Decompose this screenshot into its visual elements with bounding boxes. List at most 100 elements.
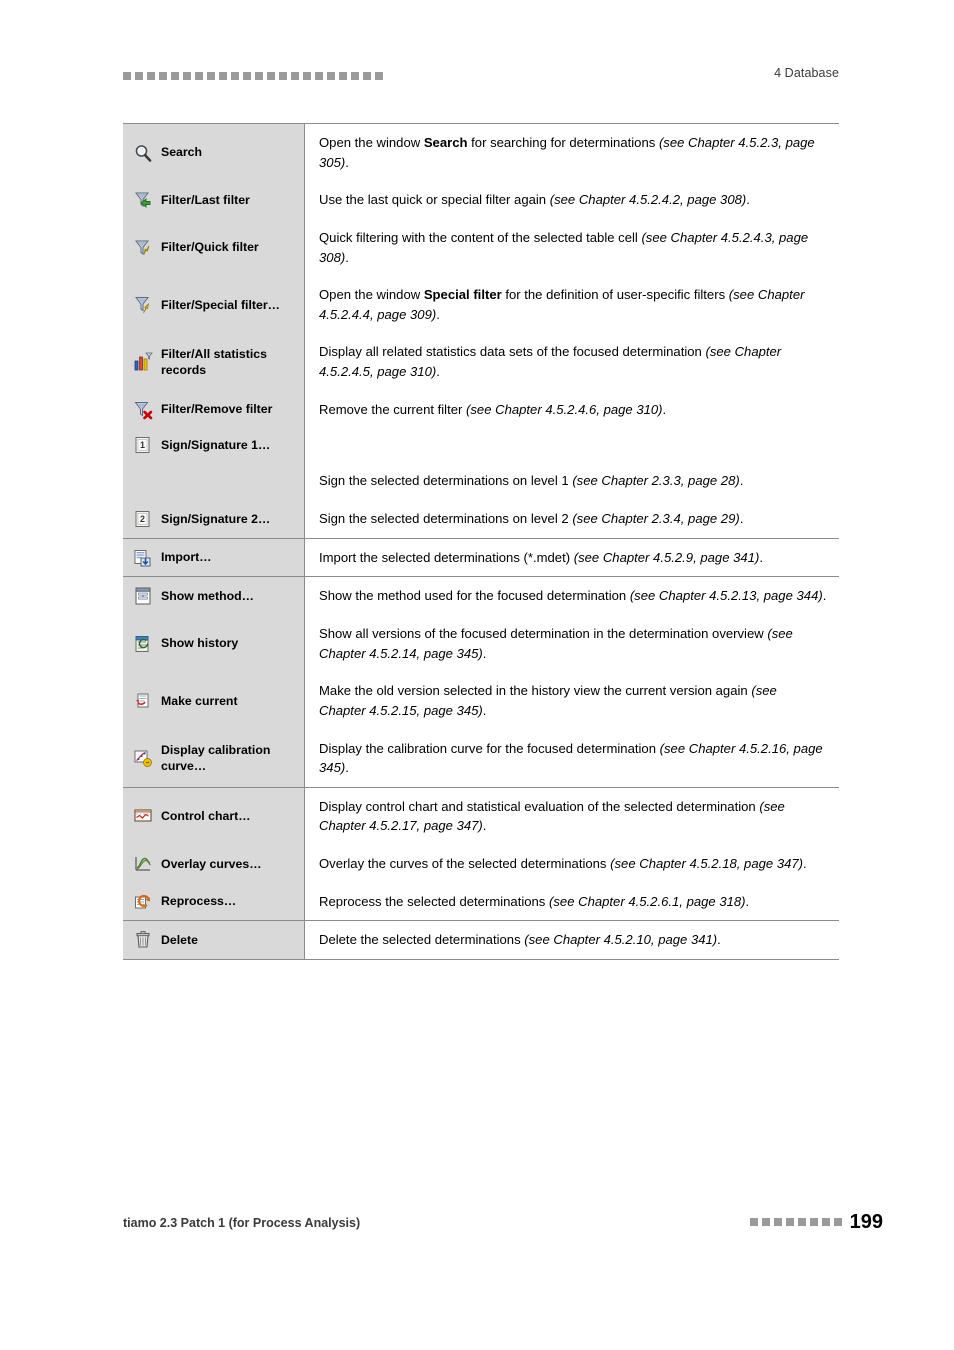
command-cell[interactable]: Display calibration curve… (123, 729, 305, 787)
description-cell: Show all versions of the focused determi… (305, 614, 839, 673)
command-cell[interactable]: Show method… (123, 577, 305, 615)
command-cell[interactable]: Import… (123, 538, 305, 577)
command-label: Control chart… (161, 809, 251, 824)
command-cell[interactable]: Filter/Quick filter (123, 218, 305, 277)
description-cell: Quick filtering with the content of the … (305, 218, 839, 277)
footer-product-name: tiamo 2.3 Patch 1 (for Process Analysis) (123, 1216, 361, 1230)
svg-text:2: 2 (140, 514, 145, 524)
footer-dot-decoration (749, 1218, 842, 1226)
table-row: Show method… Show the method used for the… (123, 577, 839, 615)
command-label: Show method… (161, 588, 254, 603)
description-cell: Delete the selected determinations (see … (305, 921, 839, 960)
description-cell: Reprocess the selected determinations (s… (305, 882, 839, 921)
command-cell[interactable]: Show history (123, 614, 305, 673)
command-label: Display calibration curve… (161, 742, 271, 774)
command-cell[interactable]: Control chart… (123, 787, 305, 846)
table-row: Filter/Last filter Use the last quick or … (123, 181, 839, 219)
description-cell: Sign the selected determinations on leve… (305, 500, 839, 538)
filter-last-filter-icon (133, 190, 153, 210)
page-number: 199 (849, 1211, 883, 1233)
description-cell: Display control chart and statistical ev… (305, 787, 839, 846)
description-cell: Overlay the curves of the selected deter… (305, 845, 839, 883)
display-calibration-curve-icon (133, 748, 153, 768)
command-label: Import… (161, 550, 212, 565)
table-row: 2 Sign/Signature 2… Sign the selected dete… (123, 500, 839, 538)
command-label: Overlay curves… (161, 856, 262, 871)
command-label: Filter/Quick filter (161, 240, 259, 255)
description-text: Sign the selected determinations on leve… (319, 511, 744, 527)
table-row: Make current Make the old version selecte… (123, 672, 839, 730)
table-row-group: Control chart… Display control chart and … (123, 787, 839, 922)
description-cell: Sign the selected determinations on leve… (305, 462, 839, 501)
page-footer: tiamo 2.3 Patch 1 (for Process Analysis)… (123, 1212, 883, 1238)
table-row: Display calibration curve… Display the ca… (123, 729, 839, 787)
description-text: Open the window Search for searching for… (319, 135, 815, 170)
table-row-group: Delete Delete the selected determinations… (123, 921, 839, 960)
description-cell: Remove the current filter (see Chapter 4… (305, 390, 839, 429)
table-row: Delete Delete the selected determinations… (123, 921, 839, 960)
command-cell[interactable]: Make current (123, 672, 305, 730)
table-row-group: Import… Import the selected determination… (123, 538, 839, 578)
command-cell[interactable]: Filter/All statistics records (123, 333, 305, 391)
description-cell: Display the calibration curve for the fo… (305, 729, 839, 787)
control-chart-icon (133, 806, 153, 826)
description-cell: Make the old version selected in the his… (305, 672, 839, 730)
footer-page-area: 199 (749, 1211, 883, 1233)
command-label: Filter/All statistics records (161, 346, 267, 378)
command-cell[interactable]: Delete (123, 921, 305, 960)
table-row: Sign the selected determinations on leve… (123, 462, 839, 501)
command-label: Reprocess… (161, 894, 237, 909)
command-cell[interactable]: Search (123, 124, 305, 182)
command-cell[interactable]: Filter/Remove filter (123, 390, 305, 429)
description-text: Delete the selected determinations (see … (319, 932, 721, 948)
command-label: Make current (161, 693, 238, 708)
table-row-group: Show method… Show the method used for the… (123, 577, 839, 788)
description-text: Display the calibration curve for the fo… (319, 740, 823, 776)
table-row: Filter/Quick filter Quick filtering with … (123, 218, 839, 277)
table-row-group: Search Open the window Search for searchi… (123, 124, 839, 539)
magnifier-search-icon (133, 143, 153, 163)
command-cell[interactable]: Reprocess… (123, 882, 305, 921)
description-cell: Import the selected determinations (*.md… (305, 538, 839, 577)
filter-quick-filter-icon (133, 238, 153, 258)
command-cell[interactable] (123, 462, 305, 501)
description-text: Open the window Special filter for the d… (319, 287, 805, 322)
description-text: Sign the selected determinations on leve… (319, 473, 744, 489)
table-row: Filter/All statistics records Display all… (123, 333, 839, 391)
description-cell: Open the window Search for searching for… (305, 124, 839, 182)
command-cell[interactable]: Filter/Last filter (123, 181, 305, 219)
table-row: Filter/Remove filter Remove the current f… (123, 390, 839, 429)
document-page: 4 Database Search Open the window Search … (0, 0, 954, 1350)
overlay-curves-icon (133, 854, 153, 874)
command-label: Delete (161, 932, 198, 947)
table-row: Reprocess… Reprocess the selected determi… (123, 882, 839, 921)
description-text: Overlay the curves of the selected deter… (319, 856, 807, 872)
command-cell[interactable]: Filter/Special filter… (123, 276, 305, 334)
command-cell[interactable]: 1 Sign/Signature 1… (123, 428, 305, 463)
description-text: Import the selected determinations (*.md… (319, 549, 763, 565)
filter-remove-filter-icon (133, 400, 153, 420)
command-label: Filter/Remove filter (161, 402, 273, 417)
command-label: Filter/Last filter (161, 192, 250, 207)
show-history-icon (133, 634, 153, 654)
command-cell[interactable]: 2 Sign/Signature 2… (123, 500, 305, 538)
description-text: Use the last quick or special filter aga… (319, 192, 750, 208)
description-cell: Open the window Special filter for the d… (305, 276, 839, 334)
description-text: Make the old version selected in the his… (319, 683, 777, 718)
description-text: Show all versions of the focused determi… (319, 625, 793, 661)
description-text: Remove the current filter (see Chapter 4… (319, 401, 667, 417)
make-current-icon (133, 691, 153, 711)
svg-text:1: 1 (140, 440, 145, 450)
shortcuts-table: Search Open the window Search for searchi… (123, 123, 839, 961)
description-text: Quick filtering with the content of the … (319, 229, 809, 265)
table-row: Import… Import the selected determination… (123, 538, 839, 577)
filter-special-filter-icon (133, 295, 153, 315)
command-label: Filter/Special filter… (161, 297, 280, 312)
command-cell[interactable]: Overlay curves… (123, 845, 305, 883)
sign-signature-1-icon: 1 (133, 435, 153, 455)
table-row: Search Open the window Search for searchi… (123, 124, 839, 182)
filter-all-statistics-records-icon (133, 352, 153, 372)
description-cell: Use the last quick or special filter aga… (305, 181, 839, 219)
header-dot-decoration (123, 72, 383, 80)
header-chapter-title: 4 Database (774, 66, 839, 80)
